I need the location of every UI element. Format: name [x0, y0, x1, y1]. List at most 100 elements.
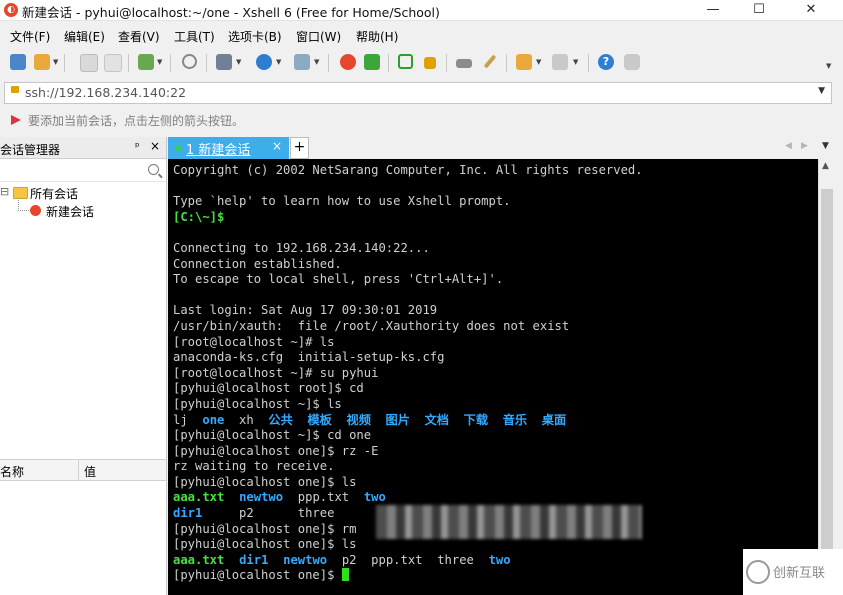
properties-header: 名称 值: [0, 459, 166, 481]
terminal-text: [pyhui@localhost root]$ cd: [173, 381, 364, 396]
lock-icon[interactable]: [424, 57, 436, 69]
panel-close-icon[interactable]: ×: [150, 139, 160, 153]
column-divider[interactable]: [78, 460, 79, 480]
address-dropdown-icon[interactable]: ▼: [818, 86, 825, 96]
terminal-text: newtwo: [283, 552, 328, 567]
help-icon[interactable]: ?: [598, 54, 614, 70]
keyboard-icon[interactable]: [456, 59, 472, 68]
terminal-line: /usr/bin/xauth: file /root/.Xauthority d…: [173, 319, 643, 335]
tab-new-session[interactable]: 1 新建会话 ×: [168, 137, 289, 159]
menu-help[interactable]: 帮助(H): [356, 28, 398, 45]
tile-dropdown-icon[interactable]: ▼: [573, 58, 578, 66]
tab-label: 1 新建会话: [186, 143, 251, 158]
minimize-button[interactable]: —: [690, 0, 736, 20]
hint-bar: 要添加当前会话，点击左侧的箭头按钮。: [0, 108, 843, 132]
tab-scroll-right-icon[interactable]: ▶: [801, 141, 808, 151]
menu-edit[interactable]: 编辑(E): [64, 28, 105, 45]
column-value[interactable]: 值: [84, 463, 96, 480]
open-dropdown-icon[interactable]: ▼: [53, 58, 58, 66]
tree-label: 所有会话: [30, 187, 79, 201]
address-input[interactable]: ssh://192.168.234.140:22: [25, 85, 186, 100]
terminal-text: dir1: [173, 506, 203, 521]
xshell-logo-icon: ◐: [4, 3, 18, 17]
tab-close-icon[interactable]: ×: [272, 139, 282, 153]
terminal-text: lj: [173, 412, 203, 427]
toolbar-overflow-icon[interactable]: ▼: [826, 62, 831, 70]
compose-dropdown-icon[interactable]: ▼: [536, 58, 541, 66]
close-button[interactable]: ✕: [788, 0, 834, 20]
terminal-line: [pyhui@localhost one]$ ls: [173, 475, 643, 491]
tree-item-new-session[interactable]: 新建会话: [0, 198, 166, 220]
new-session-icon[interactable]: [10, 54, 26, 70]
session-manager-panel: 会话管理器 ᵖ × ⊟ 所有会话 新建会话 名称 值: [0, 137, 167, 595]
maximize-button[interactable]: ☐: [736, 0, 782, 20]
terminal-text: dir1: [239, 552, 269, 567]
terminal-cursor: [341, 568, 349, 582]
toolbar-separator: [388, 54, 389, 72]
fullscreen-icon[interactable]: [398, 54, 413, 69]
scroll-thumb[interactable]: [821, 189, 833, 589]
column-name[interactable]: 名称: [0, 463, 24, 480]
layout-icon[interactable]: [216, 54, 232, 70]
menu-bar: 文件(F) 编辑(E) 查看(V) 工具(T) 选项卡(B) 窗口(W) 帮助(…: [0, 24, 843, 46]
globe-dropdown-icon[interactable]: ▼: [276, 58, 281, 66]
terminal-line: [pyhui@localhost root]$ cd: [173, 381, 643, 397]
connection-status-icon: [175, 145, 181, 151]
terminal-text: [root@localhost ~]# su pyhui: [173, 365, 379, 380]
scroll-up-icon[interactable]: ▲: [822, 161, 829, 171]
terminal-text: p2 ppp.txt three: [327, 552, 489, 567]
add-compose-icon[interactable]: [516, 54, 532, 70]
font-dropdown-icon[interactable]: ▼: [314, 58, 319, 66]
pin-icon[interactable]: ᵖ: [135, 140, 140, 153]
pen-icon[interactable]: [483, 54, 497, 69]
chat-icon[interactable]: [624, 54, 640, 70]
terminal-text: [pyhui@localhost one]$: [173, 568, 342, 583]
disconnect-icon[interactable]: [104, 54, 122, 72]
terminal-text: ppp.txt: [283, 490, 364, 505]
terminal-line: [root@localhost ~]# ls: [173, 335, 643, 351]
tile-icon[interactable]: [552, 54, 568, 70]
terminal-line: [pyhui@localhost one]$: [173, 568, 643, 584]
find-icon[interactable]: [182, 54, 197, 69]
xftp-icon[interactable]: [364, 54, 380, 70]
terminal-text: Copyright (c) 2002 NetSarang Computer, I…: [173, 163, 643, 177]
watermark-text: 创新互联: [773, 566, 826, 581]
terminal-text: one: [202, 412, 225, 427]
tab-list-dropdown-icon[interactable]: ▼: [822, 141, 829, 151]
lock-icon: [11, 86, 19, 93]
tab-scroll-left-icon[interactable]: ◀: [785, 141, 792, 151]
terminal-text: Connecting to 192.168.234.140:22...: [173, 240, 430, 255]
connect-icon[interactable]: [80, 54, 98, 72]
terminal-line: [root@localhost ~]# su pyhui: [173, 366, 643, 382]
menu-tools[interactable]: 工具(T): [174, 28, 215, 45]
terminal-text: To escape to local shell, press 'Ctrl+Al…: [173, 272, 504, 287]
terminal-line: [pyhui@localhost one]$ rz -E: [173, 444, 643, 460]
session-icon: [30, 205, 41, 216]
session-search-input[interactable]: [0, 161, 166, 182]
menu-window[interactable]: 窗口(W): [296, 28, 341, 45]
menu-file[interactable]: 文件(F): [10, 28, 50, 45]
xshell-icon[interactable]: [340, 54, 356, 70]
add-tab-button[interactable]: +: [290, 137, 309, 159]
address-bar[interactable]: ssh://192.168.234.140:22 ▼: [4, 82, 832, 104]
font-icon[interactable]: [294, 54, 310, 70]
toolbar-separator: [64, 54, 65, 72]
terminal-line: lj one xh 公共 模板 视频 图片 文档 下载 音乐 桌面: [173, 413, 643, 429]
tree-collapse-icon[interactable]: ⊟: [0, 185, 9, 198]
open-folder-icon[interactable]: [34, 54, 50, 70]
properties-dropdown-icon[interactable]: ▼: [157, 58, 162, 66]
globe-icon[interactable]: [256, 54, 272, 70]
terminal-text: two: [363, 490, 386, 505]
menu-view[interactable]: 查看(V): [118, 28, 160, 45]
search-icon-handle: [158, 173, 163, 179]
menu-tabs[interactable]: 选项卡(B): [228, 28, 282, 45]
bookmark-arrow-icon[interactable]: [10, 114, 22, 126]
terminal-scrollbar[interactable]: ▲: [818, 159, 836, 595]
properties-icon[interactable]: [138, 54, 154, 70]
terminal-line: Type `help' to learn how to use Xshell p…: [173, 194, 643, 210]
terminal-text: Connection established.: [173, 256, 342, 271]
layout-dropdown-icon[interactable]: ▼: [236, 58, 241, 66]
